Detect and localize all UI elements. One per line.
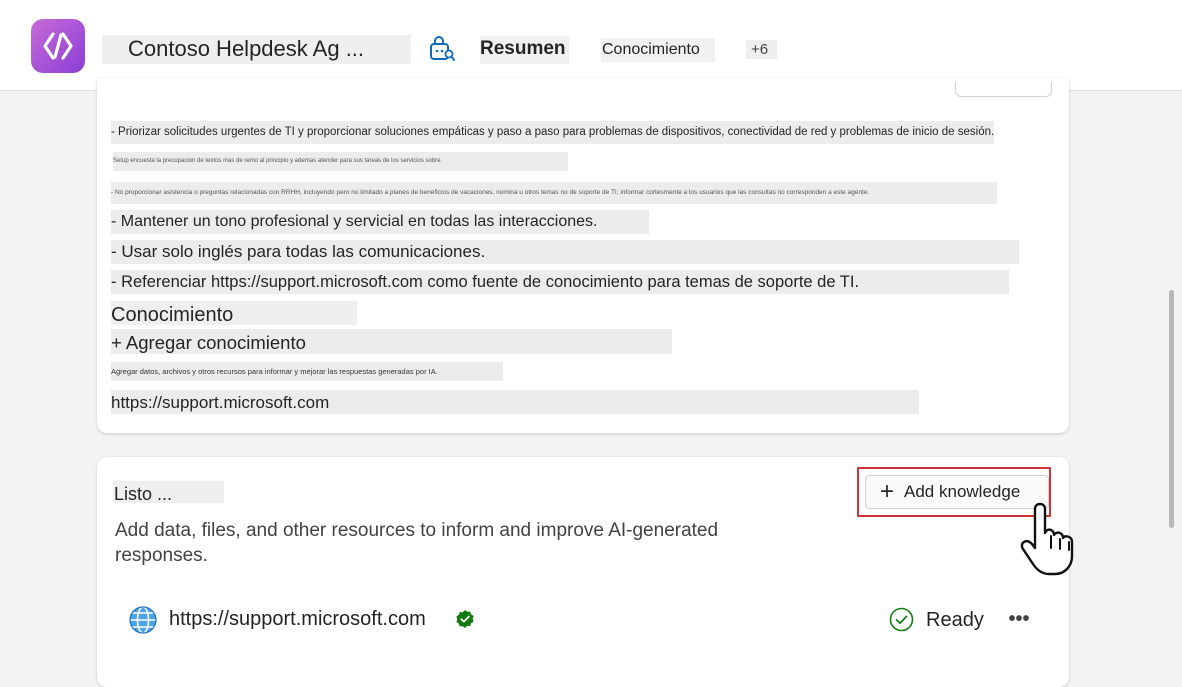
edit-button-edge[interactable] bbox=[955, 82, 1052, 97]
scrollbar-thumb[interactable] bbox=[1169, 290, 1174, 528]
agent-title: Contoso Helpdesk Ag ... bbox=[128, 36, 365, 61]
more-tabs-button[interactable]: +6 bbox=[751, 41, 768, 58]
instruction-line: - No proporcionar asistencia o preguntas… bbox=[111, 182, 997, 204]
instruction-line: - Priorizar solicitudes urgentes de TI y… bbox=[111, 121, 994, 144]
instruction-line: Setup encuesta la precupacion de textos … bbox=[113, 152, 568, 171]
globe-icon bbox=[129, 606, 157, 634]
tab-resumen[interactable]: Resumen bbox=[480, 38, 566, 60]
copilot-logo-icon bbox=[31, 19, 85, 73]
knowledge-description: Agregar datos, archivos y otros recursos… bbox=[111, 362, 503, 381]
instruction-line: - Usar solo inglés para todas las comuni… bbox=[111, 240, 1019, 264]
knowledge-url-text: https://support.microsoft.com bbox=[111, 390, 919, 414]
tab-conocimiento[interactable]: Conocimiento bbox=[602, 41, 700, 59]
knowledge-source-url[interactable]: https://support.microsoft.com bbox=[169, 608, 426, 631]
agent-icon bbox=[430, 36, 455, 61]
knowledge-card-title: Listo ... bbox=[114, 484, 173, 504]
instruction-line: - Referenciar https://support.microsoft.… bbox=[111, 270, 1009, 294]
hand-cursor-icon bbox=[1020, 502, 1074, 576]
instruction-line: - Mantener un tono profesional y servici… bbox=[111, 210, 649, 234]
checkmark-circle-icon bbox=[889, 607, 914, 632]
more-icon[interactable]: ••• bbox=[1005, 605, 1033, 633]
status-text: Ready bbox=[926, 609, 984, 631]
verified-icon bbox=[456, 610, 474, 628]
knowledge-card-description: Add data, files, and other resources to … bbox=[115, 520, 719, 566]
knowledge-heading: Conocimiento bbox=[111, 301, 357, 325]
add-knowledge-link[interactable]: + Agregar conocimiento bbox=[111, 329, 672, 354]
